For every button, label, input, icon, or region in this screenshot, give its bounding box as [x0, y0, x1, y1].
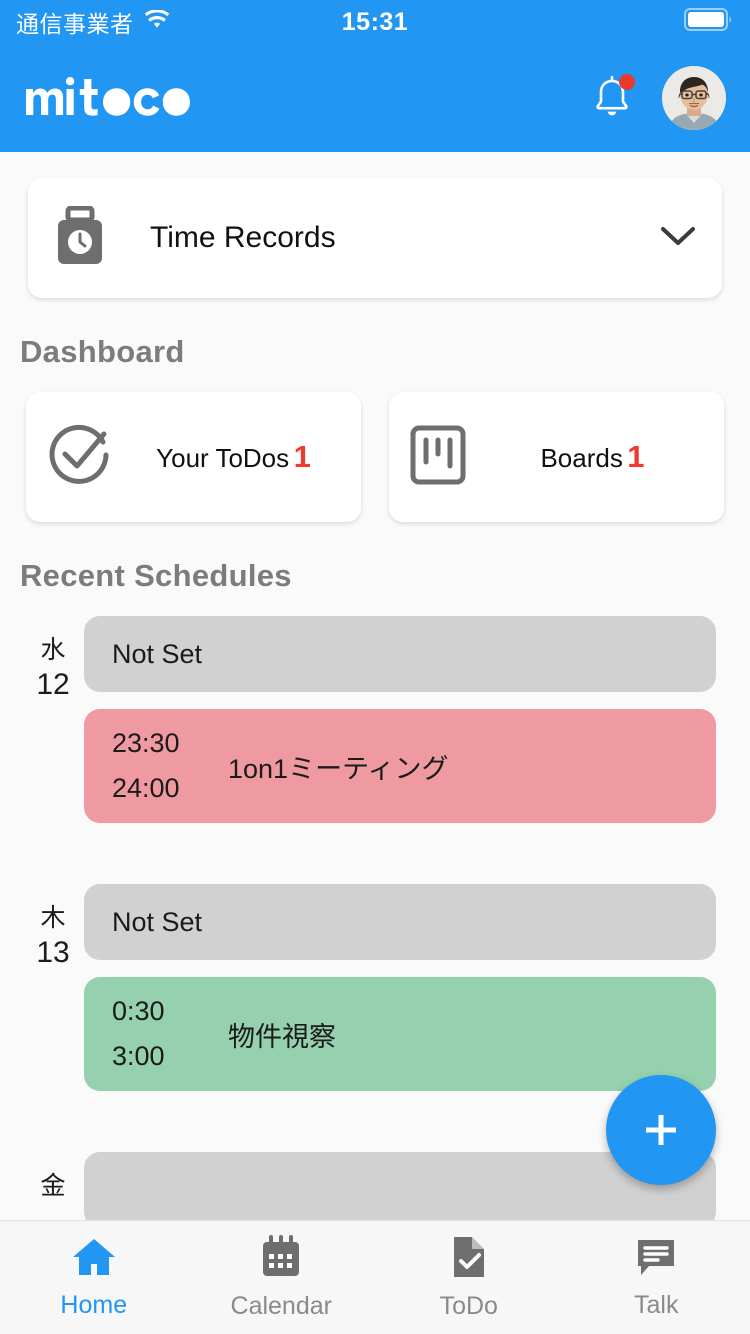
punch-clock-icon: [54, 205, 106, 271]
status-bar-right: [684, 7, 734, 37]
dashboard-card-meta: Boards 1: [481, 437, 704, 477]
time-records-card[interactable]: Time Records: [28, 178, 722, 298]
schedule-events: Not Set 0:30 3:00 物件視察: [84, 884, 716, 1108]
check-circle-icon: [46, 422, 112, 493]
calendar-icon: [260, 1234, 302, 1284]
home-icon: [71, 1236, 117, 1283]
tab-label: Calendar: [230, 1291, 332, 1320]
tab-todo[interactable]: ToDo: [375, 1235, 563, 1321]
schedule-event-not-set[interactable]: Not Set: [84, 884, 716, 960]
dashboard-card-boards[interactable]: Boards 1: [389, 392, 724, 522]
bottom-tab-bar: Home Calendar ToDo Talk: [0, 1220, 750, 1334]
dashboard-cards-row: Your ToDos 1 Boards 1: [26, 392, 724, 522]
time-records-title: Time Records: [150, 221, 336, 254]
notifications-button[interactable]: [590, 74, 635, 122]
kanban-board-icon: [409, 422, 467, 493]
schedule-weekday: 金: [40, 1172, 66, 1200]
tab-label: Talk: [634, 1290, 679, 1319]
status-bar-left: 通信事業者: [16, 5, 170, 39]
add-button[interactable]: [606, 1075, 716, 1185]
tab-label: Home: [60, 1290, 128, 1319]
todo-doc-icon: [450, 1235, 488, 1284]
wifi-icon: [144, 8, 170, 35]
dashboard-card-your-todos[interactable]: Your ToDos 1: [26, 392, 361, 522]
dashboard-card-meta: Your ToDos 1: [126, 437, 341, 477]
tab-label: ToDo: [439, 1291, 498, 1320]
event-title: Not Set: [112, 906, 203, 937]
schedule-day-number: 12: [36, 667, 70, 701]
schedules-section-title: Recent Schedules: [20, 558, 292, 593]
event-start-time: 23:30: [112, 727, 180, 758]
dashboard-card-count: 1: [293, 438, 311, 474]
schedule-date-column: 水 12: [22, 616, 84, 704]
schedule-date-column: 木 13: [22, 884, 84, 972]
page-scroll-area[interactable]: Time Records Dashboard Your ToDos 1 Boar…: [0, 152, 750, 1220]
schedule-events: Not Set 23:30 24:00 1on1ミーティング: [84, 616, 716, 840]
schedule-day-number: 13: [36, 935, 70, 969]
event-title: 1on1ミーティング: [228, 753, 449, 784]
app-header-actions: [590, 66, 726, 130]
event-time-range: 0:30 3:00: [112, 989, 222, 1080]
schedule-event[interactable]: 23:30 24:00 1on1ミーティング: [84, 709, 716, 823]
notification-badge-dot: [619, 74, 635, 90]
event-title: Not Set: [112, 638, 203, 669]
schedule-day-group: 水 12 Not Set 23:30 24:00 1on1ミーティング: [0, 616, 750, 840]
app-header: [0, 44, 750, 152]
event-start-time: 0:30: [112, 995, 165, 1026]
tab-calendar[interactable]: Calendar: [188, 1234, 376, 1321]
schedule-event-not-set[interactable]: Not Set: [84, 616, 716, 692]
schedule-day-group: 木 13 Not Set 0:30 3:00 物件視察: [0, 884, 750, 1108]
schedule-event[interactable]: 0:30 3:00 物件視察: [84, 977, 716, 1091]
app-logo[interactable]: [24, 69, 232, 127]
carrier-label: 通信事業者: [16, 11, 134, 37]
avatar[interactable]: [662, 66, 726, 130]
talk-chat-icon: [635, 1236, 677, 1283]
event-end-time: 24:00: [112, 773, 180, 803]
tab-home[interactable]: Home: [0, 1236, 188, 1320]
schedule-group-spacer: [0, 840, 750, 884]
dashboard-section-title: Dashboard: [20, 334, 185, 369]
schedule-weekday: 木: [40, 904, 66, 932]
chevron-down-icon[interactable]: [660, 225, 696, 252]
schedule-weekday: 水: [40, 636, 66, 664]
status-bar: 通信事業者 15:31: [0, 0, 750, 44]
user-avatar-image: [662, 66, 726, 130]
event-title: 物件視察: [228, 1021, 336, 1052]
event-time-range: 23:30 24:00: [112, 721, 222, 812]
dashboard-card-label: Your ToDos: [156, 442, 290, 473]
plus-icon: [646, 1115, 676, 1145]
schedule-date-column: 金: [22, 1152, 84, 1201]
event-end-time: 3:00: [112, 1041, 165, 1071]
battery-full-icon: [684, 7, 734, 37]
mitoco-logo-icon: [26, 77, 190, 116]
dashboard-card-label: Boards: [540, 442, 623, 473]
tab-talk[interactable]: Talk: [563, 1236, 750, 1320]
dashboard-card-count: 1: [627, 438, 645, 474]
